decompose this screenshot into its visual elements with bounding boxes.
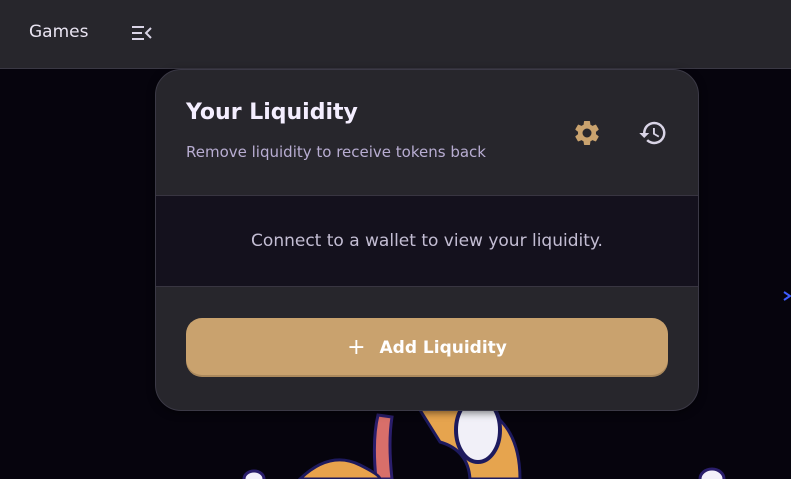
liquidity-list-empty: Connect to a wallet to view your liquidi… [156,196,698,287]
gear-icon[interactable] [572,118,602,148]
nav-item-games[interactable]: Games [29,22,88,42]
add-liquidity-button[interactable]: + Add Liquidity [186,318,668,377]
liquidity-card: Your Liquidity Remove liquidity to recei… [155,69,699,411]
card-title: Your Liquidity [186,100,358,125]
card-header: Your Liquidity Remove liquidity to recei… [156,70,698,196]
connect-wallet-message: Connect to a wallet to view your liquidi… [251,231,603,251]
history-icon[interactable] [638,118,668,148]
top-navigation-bar: Games [0,0,791,69]
card-subtitle: Remove liquidity to receive tokens back [186,143,486,161]
menu-collapse-icon[interactable] [131,23,153,43]
add-liquidity-label: Add Liquidity [379,337,507,358]
plus-icon: + [347,334,366,360]
